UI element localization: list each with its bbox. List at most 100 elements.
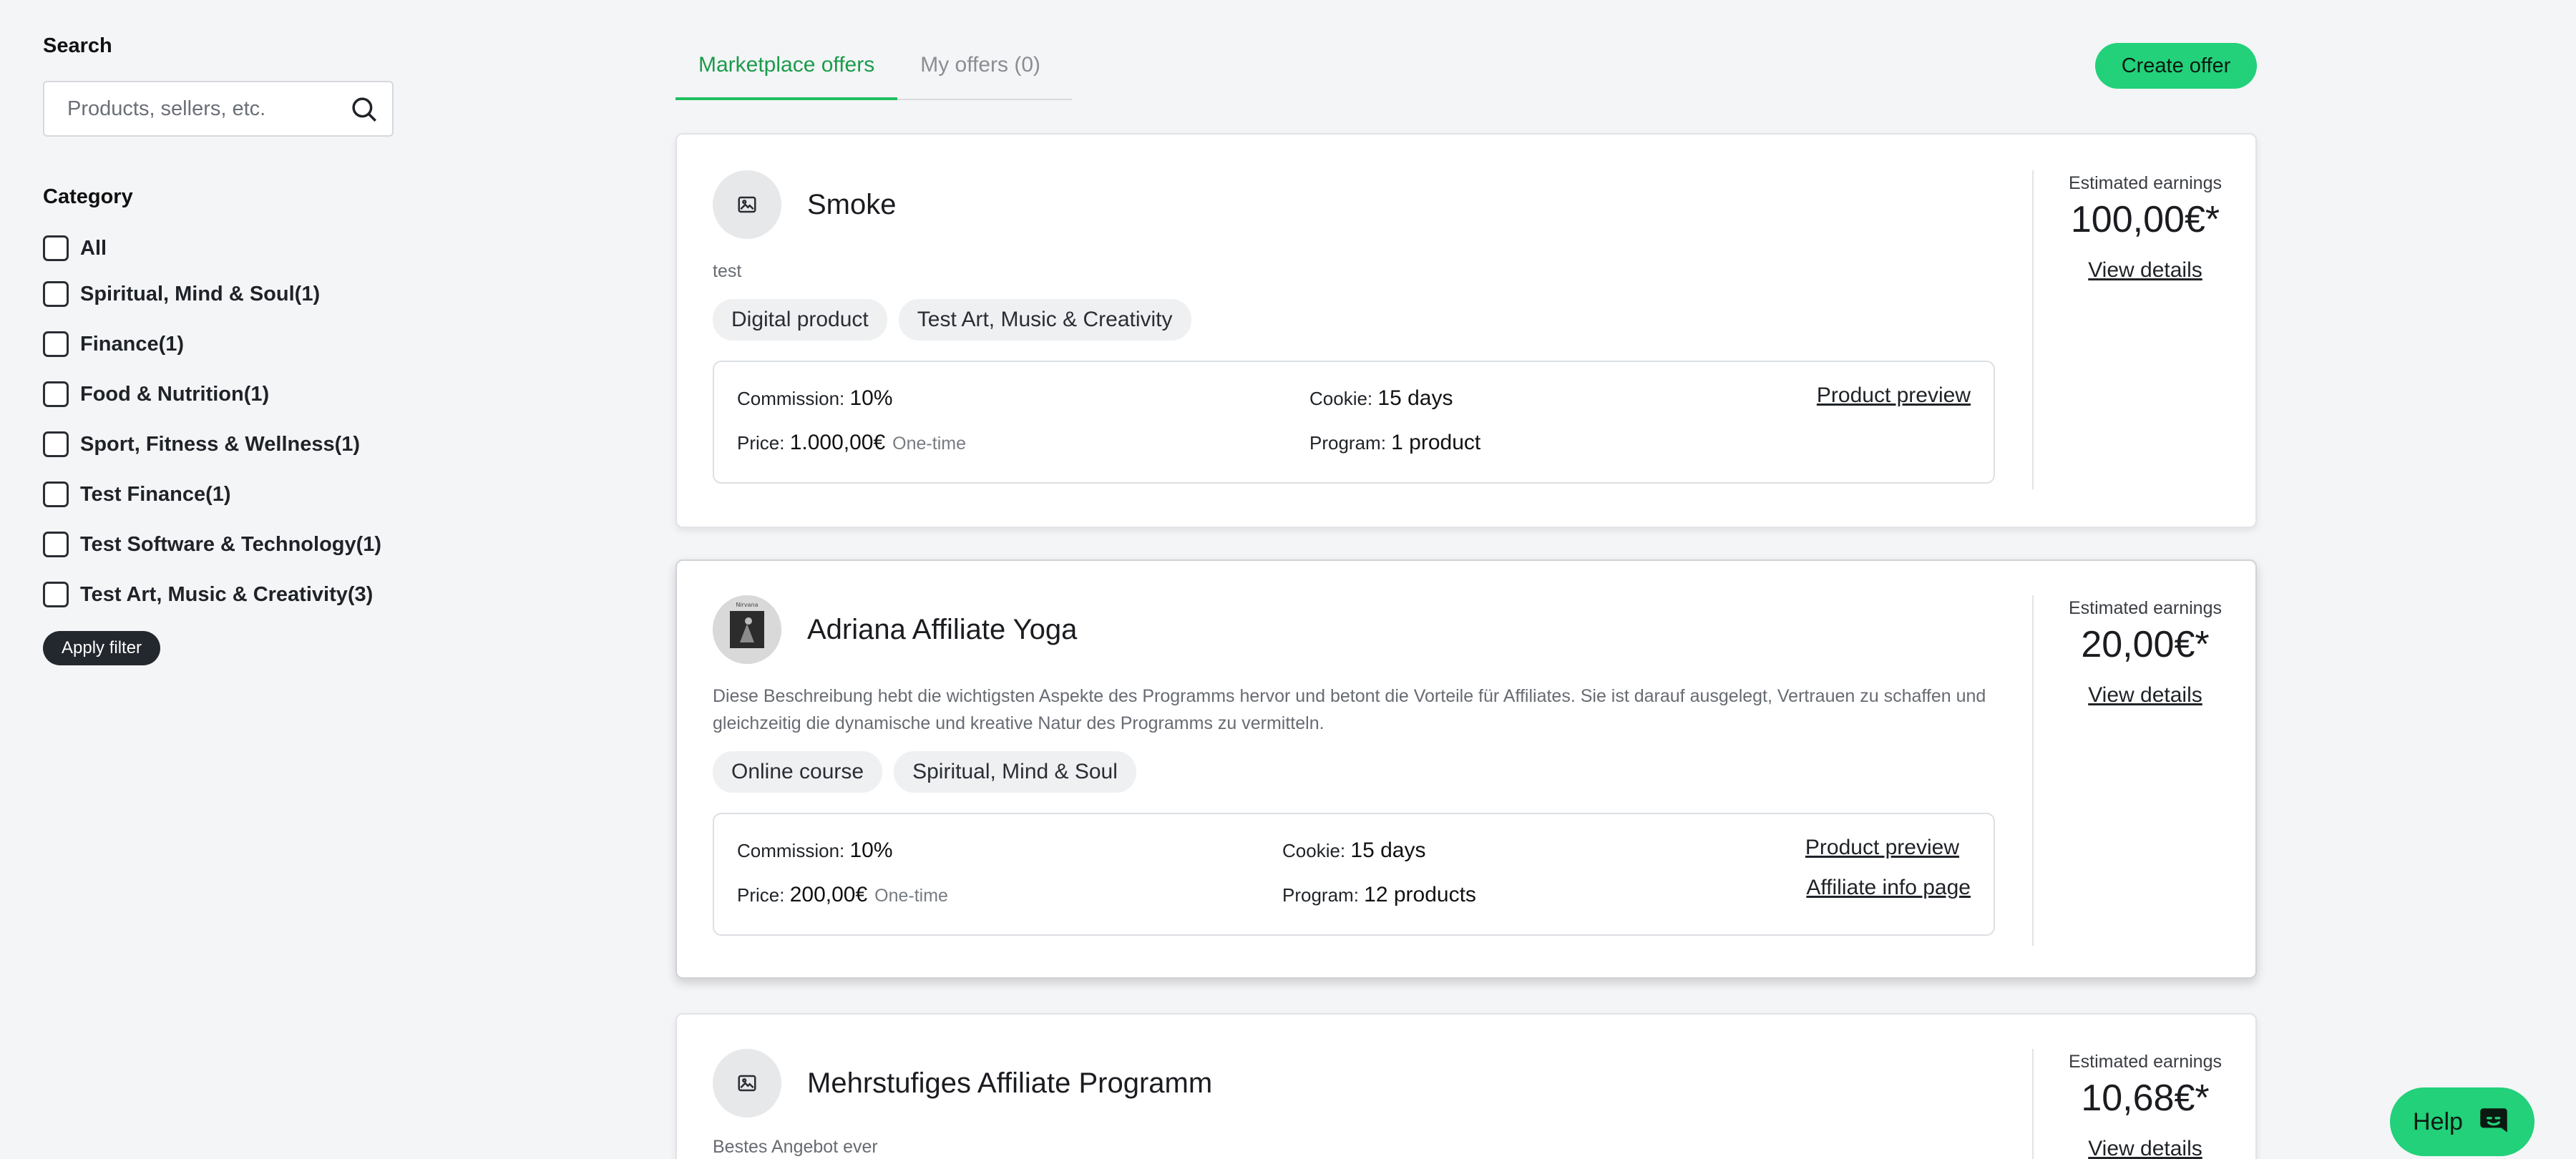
offer-card: Nirvana Adriana Affiliate Yoga Diese Bes… — [675, 559, 2257, 979]
offer-thumbnail: Nirvana — [713, 595, 781, 664]
offer-header: Mehrstufiges Affiliate Programm — [713, 1049, 1995, 1118]
earnings-panel: Estimated earnings 100,00€* View details — [2034, 170, 2257, 283]
price-label: Price: — [737, 884, 785, 906]
checkbox[interactable] — [43, 582, 69, 607]
earnings-label: Estimated earnings — [2068, 1052, 2222, 1072]
category-title: Category — [43, 185, 133, 208]
category-test-software[interactable]: Test Software & Technology(1) — [43, 519, 394, 569]
search-box[interactable] — [43, 81, 394, 137]
price: Price: 1.000,00€ One-time — [737, 431, 966, 455]
tag: Test Art, Music & Creativity — [898, 299, 1191, 341]
offer-tags: Online course Spiritual, Mind & Soul — [713, 751, 1995, 793]
price-value: 200,00€ — [789, 883, 868, 906]
earnings-label: Estimated earnings — [2068, 173, 2222, 193]
product-preview-link[interactable]: Product preview — [1817, 383, 1971, 408]
offer-card: Smoke test Digital product Test Art, Mus… — [675, 133, 2257, 528]
category-sport[interactable]: Sport, Fitness & Wellness(1) — [43, 419, 394, 469]
offer-main: Mehrstufiges Affiliate Programm Bestes A… — [713, 1049, 1995, 1159]
category-label: Test Art, Music & Creativity(3) — [80, 582, 374, 606]
checkbox[interactable] — [43, 235, 69, 261]
program: Program: 12 products — [1282, 883, 1476, 907]
commission-label: Commission: — [737, 840, 845, 861]
price-label: Price: — [737, 432, 785, 454]
program-label: Program: — [1282, 884, 1359, 906]
price: Price: 200,00€ One-time — [737, 883, 948, 907]
cookie: Cookie: 15 days — [1282, 838, 1425, 863]
cookie: Cookie: 15 days — [1309, 386, 1453, 411]
price-type: One-time — [874, 886, 948, 906]
view-details-link[interactable]: View details — [2034, 683, 2257, 708]
earnings-panel: Estimated earnings 20,00€* View details — [2034, 595, 2257, 708]
apply-filter-button[interactable]: Apply filter — [43, 631, 161, 665]
category-label: Spiritual, Mind & Soul(1) — [80, 282, 321, 305]
product-preview-link[interactable]: Product preview — [1805, 836, 1959, 860]
offer-title[interactable]: Adriana Affiliate Yoga — [807, 614, 1077, 646]
offer-main: Nirvana Adriana Affiliate Yoga Diese Bes… — [713, 595, 1995, 936]
checkbox[interactable] — [43, 532, 69, 557]
program-label: Program: — [1309, 432, 1386, 454]
tab-my-offers[interactable]: My offers (0) — [897, 44, 1063, 100]
category-food[interactable]: Food & Nutrition(1) — [43, 369, 394, 419]
offer-tags: Digital product Test Art, Music & Creati… — [713, 299, 1995, 341]
search-title: Search — [43, 34, 112, 57]
checkbox[interactable] — [43, 331, 69, 357]
filter-sidebar: Search Category All Spiritual, Mind & So… — [43, 34, 394, 665]
view-details-link[interactable]: View details — [2034, 258, 2257, 283]
price-type: One-time — [892, 434, 966, 454]
program: Program: 1 product — [1309, 431, 1480, 455]
category-spiritual[interactable]: Spiritual, Mind & Soul(1) — [43, 269, 394, 319]
commission: Commission: 10% — [737, 838, 893, 863]
offer-description: test — [713, 261, 742, 281]
offer-header: Nirvana Adriana Affiliate Yoga — [713, 595, 1995, 664]
offer-header: Smoke — [713, 170, 1995, 239]
program-value: 12 products — [1364, 883, 1476, 906]
commission: Commission: 10% — [737, 386, 893, 411]
offer-title[interactable]: Mehrstufiges Affiliate Programm — [807, 1067, 1212, 1100]
offer-description: Diese Beschreibung hebt die wichtigsten … — [713, 686, 1986, 733]
tag: Spiritual, Mind & Soul — [894, 751, 1136, 793]
search-input[interactable] — [67, 82, 339, 135]
affiliate-info-link[interactable]: Affiliate info page — [1806, 876, 1971, 900]
cookie-value: 15 days — [1350, 838, 1426, 862]
category-label: Finance(1) — [80, 332, 185, 356]
help-label: Help — [2413, 1107, 2463, 1135]
cookie-value: 15 days — [1377, 386, 1453, 410]
commission-label: Commission: — [737, 388, 845, 409]
price-value: 1.000,00€ — [789, 431, 886, 454]
program-value: 1 product — [1391, 431, 1481, 454]
category-label: Test Finance(1) — [80, 482, 231, 506]
search-icon[interactable] — [349, 94, 379, 124]
help-button[interactable]: Help — [2390, 1087, 2534, 1156]
offer-card: Mehrstufiges Affiliate Programm Bestes A… — [675, 1013, 2257, 1159]
earnings-panel: Estimated earnings 10,68€* View details — [2034, 1049, 2257, 1159]
checkbox[interactable] — [43, 481, 69, 507]
cookie-label: Cookie: — [1309, 388, 1373, 409]
offer-info-box: Commission: 10% Price: 200,00€ One-time C… — [713, 813, 1995, 936]
category-label: All — [80, 236, 107, 260]
earnings-value: 10,68€* — [2081, 1077, 2210, 1119]
category-test-art[interactable]: Test Art, Music & Creativity(3) — [43, 569, 394, 620]
category-test-finance[interactable]: Test Finance(1) — [43, 469, 394, 519]
view-details-link[interactable]: View details — [2034, 1137, 2257, 1159]
category-list: All Spiritual, Mind & Soul(1) Finance(1)… — [43, 228, 394, 620]
offer-title[interactable]: Smoke — [807, 189, 897, 221]
checkbox[interactable] — [43, 281, 69, 307]
commission-value: 10% — [849, 838, 893, 862]
category-all[interactable]: All — [43, 228, 394, 269]
tag: Digital product — [713, 299, 887, 341]
create-offer-button[interactable]: Create offer — [2095, 43, 2257, 89]
category-label: Test Software & Technology(1) — [80, 532, 382, 556]
offer-description: Bestes Angebot ever — [713, 1137, 878, 1157]
checkbox[interactable] — [43, 381, 69, 407]
offer-tabs: Marketplace offers My offers (0) — [675, 44, 1072, 100]
offer-main: Smoke test Digital product Test Art, Mus… — [713, 170, 1995, 484]
earnings-label: Estimated earnings — [2068, 598, 2222, 618]
category-label: Sport, Fitness & Wellness(1) — [80, 432, 361, 456]
earnings-value: 20,00€* — [2081, 624, 2210, 665]
tab-marketplace-offers[interactable]: Marketplace offers — [675, 44, 898, 100]
tag: Online course — [713, 751, 883, 793]
earnings-value: 100,00€* — [2070, 199, 2220, 240]
checkbox[interactable] — [43, 431, 69, 457]
offer-info-box: Commission: 10% Price: 1.000,00€ One-time… — [713, 361, 1995, 484]
category-finance[interactable]: Finance(1) — [43, 319, 394, 369]
